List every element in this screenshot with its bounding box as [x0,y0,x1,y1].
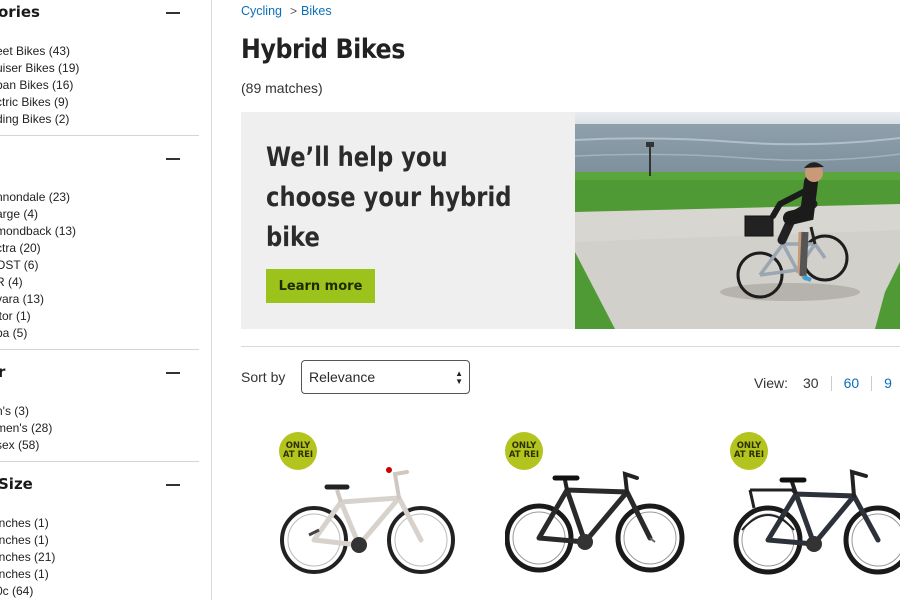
facet-option[interactable]: ban Bikes (16) [0,77,79,94]
facet-option[interactable]: inches (21) [0,549,55,566]
facet-title[interactable]: ories [0,3,40,21]
facet-list: nnondale (23) arge (4) mondback (13) ctr… [0,189,76,342]
facet-title[interactable]: r [0,363,5,381]
cyclist-photo [575,112,900,329]
product-tile[interactable]: ONLY AT REI [505,430,705,600]
promo-banner: We’ll help you choose your hybrid bike L… [241,112,900,329]
facet-option[interactable]: itor (1) [0,308,76,325]
collapse-icon[interactable] [166,372,180,374]
facet-list: n's (3) men's (28) sex (58) [0,403,52,454]
facet-option[interactable]: inches (1) [0,515,55,532]
view-option-30[interactable]: 30 [803,375,819,391]
facet-option[interactable]: men's (28) [0,420,52,437]
badge-line: AT REI [508,450,540,460]
bike-image[interactable] [730,460,900,580]
view-option-60[interactable]: 60 [844,375,860,391]
facet-list: eet Bikes (43) uiser Bikes (19) ban Bike… [0,43,79,128]
sort-select[interactable]: Relevance ▲ ▼ [301,360,470,394]
view-separator [830,375,832,391]
sort-label: Sort by [241,369,286,385]
product-tile[interactable]: ONLY AT REI [730,430,900,600]
page-title: Hybrid Bikes [241,34,405,65]
view-count-selector: View: 30 60 9 [754,375,892,391]
facet-option[interactable]: 0c (64) [0,583,55,600]
breadcrumb-link-bikes[interactable]: Bikes [301,4,332,18]
facet-title[interactable]: Size [0,475,33,493]
view-separator [871,375,873,391]
facet-categories: ories eet Bikes (43) uiser Bikes (19) ba… [0,0,199,136]
facet-option[interactable]: nnondale (23) [0,189,76,206]
breadcrumb-separator-icon: > [290,4,298,18]
promo-photo [575,112,900,329]
facet-option[interactable]: ding Bikes (2) [0,111,79,128]
facet-option[interactable]: inches (1) [0,532,55,549]
view-label: View: [754,375,788,391]
facet-option[interactable]: ba (5) [0,325,76,342]
breadcrumb-link-cycling[interactable]: Cycling [241,4,282,18]
badge-line: AT REI [733,450,765,460]
promo-headline: We’ll help you choose your hybrid bike [266,142,512,253]
product-tile[interactable]: ONLY AT REI [279,430,479,600]
sort-selected-value: Relevance [309,369,376,385]
badge-line: AT REI [282,450,314,460]
filter-sidebar: ories eet Bikes (43) uiser Bikes (19) ba… [0,0,212,600]
section-divider [241,346,900,347]
facet-option[interactable]: eet Bikes (43) [0,43,79,60]
main-content: Cycling > Bikes Hybrid Bikes (89 matches… [241,0,900,600]
bike-image[interactable] [279,460,464,580]
facet-option[interactable]: ctric Bikes (9) [0,94,79,111]
learn-more-button[interactable]: Learn more [266,269,375,303]
facet-option[interactable]: inches (1) [0,566,55,583]
collapse-icon[interactable] [166,12,180,14]
collapse-icon[interactable] [166,484,180,486]
match-count: (89 matches) [241,80,323,96]
collapse-icon[interactable] [166,158,180,160]
facet-gender: r n's (3) men's (28) sex (58) [0,350,199,462]
view-option-90[interactable]: 9 [884,375,892,391]
select-arrows-icon: ▲ ▼ [455,369,463,386]
facet-option[interactable]: vara (13) [0,291,76,308]
facet-option[interactable]: sex (58) [0,437,52,454]
facet-option[interactable]: ctra (20) [0,240,76,257]
breadcrumb: Cycling > Bikes [241,4,332,18]
facet-brand: nnondale (23) arge (4) mondback (13) ctr… [0,136,199,350]
facet-option[interactable]: mondback (13) [0,223,76,240]
facet-option[interactable]: n's (3) [0,403,52,420]
bike-image[interactable] [505,460,690,580]
facet-option[interactable]: R (4) [0,274,76,291]
facet-wheel-size: Size inches (1) inches (1) inches (21) i… [0,462,199,600]
facet-option[interactable]: OST (6) [0,257,76,274]
facet-option[interactable]: uiser Bikes (19) [0,60,79,77]
facet-list: inches (1) inches (1) inches (21) inches… [0,515,55,600]
facet-option[interactable]: arge (4) [0,206,76,223]
